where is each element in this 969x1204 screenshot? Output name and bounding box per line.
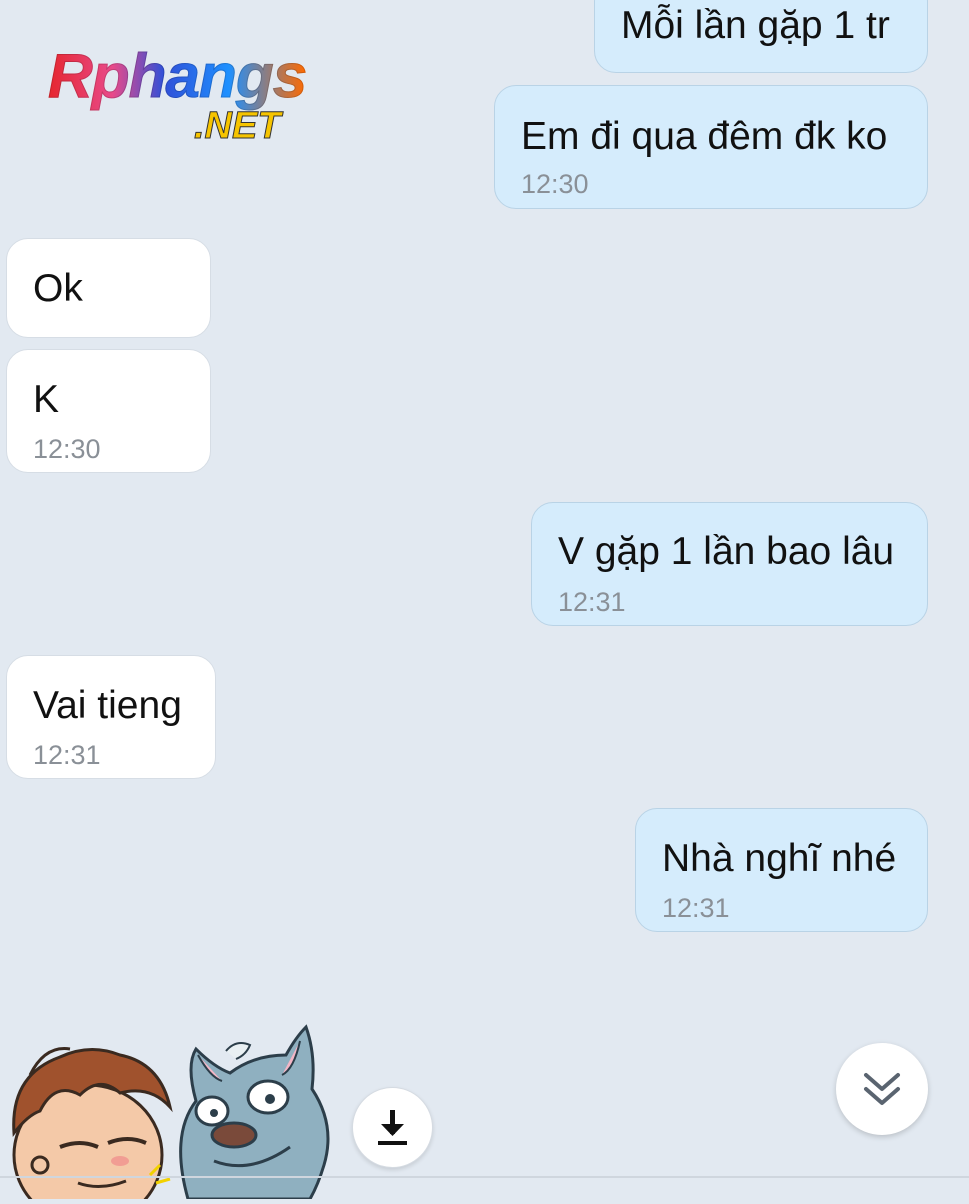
message-bubble-incoming[interactable]: Ok [6, 238, 211, 338]
message-text: Em đi qua đêm đk ko [521, 115, 888, 158]
watermark-logo: Rphangs .NET [47, 42, 348, 152]
sticker-characters-icon [12, 1024, 330, 1204]
message-bubble-outgoing[interactable]: Em đi qua đêm đk ko 12:30 [494, 85, 928, 209]
message-bubble-outgoing[interactable]: Nhà nghĩ nhé 12:31 [635, 808, 928, 932]
message-bubble-outgoing[interactable]: Mỗi lần gặp 1 tr [594, 0, 928, 73]
message-text: Mỗi lần gặp 1 tr [621, 4, 890, 47]
message-text: Ok [33, 267, 83, 310]
message-timestamp: 12:30 [33, 434, 101, 464]
message-timestamp: 12:31 [33, 740, 101, 770]
message-bubble-outgoing[interactable]: V gặp 1 lần bao lâu 12:31 [531, 502, 928, 626]
message-text: Vai tieng [33, 684, 182, 727]
message-bubble-incoming[interactable]: K 12:30 [6, 349, 211, 473]
message-timestamp: 12:31 [662, 893, 730, 923]
download-icon [378, 1110, 407, 1145]
chevron-double-down-icon [864, 1073, 900, 1105]
message-text: V gặp 1 lần bao lâu [558, 530, 895, 573]
message-text: K [33, 378, 60, 421]
message-bubble-incoming[interactable]: Vai tieng 12:31 [6, 655, 216, 779]
message-timestamp: 12:30 [521, 169, 589, 199]
divider [0, 1176, 969, 1178]
download-button[interactable] [352, 1087, 433, 1168]
watermark-domain: .NET [194, 105, 282, 148]
watermark-brand: Rphangs [47, 42, 307, 112]
message-text: Nhà nghĩ nhé [662, 837, 897, 880]
message-timestamp: 12:31 [558, 587, 626, 617]
scroll-to-bottom-button[interactable] [836, 1043, 928, 1135]
sticker-image[interactable] [0, 1015, 340, 1204]
